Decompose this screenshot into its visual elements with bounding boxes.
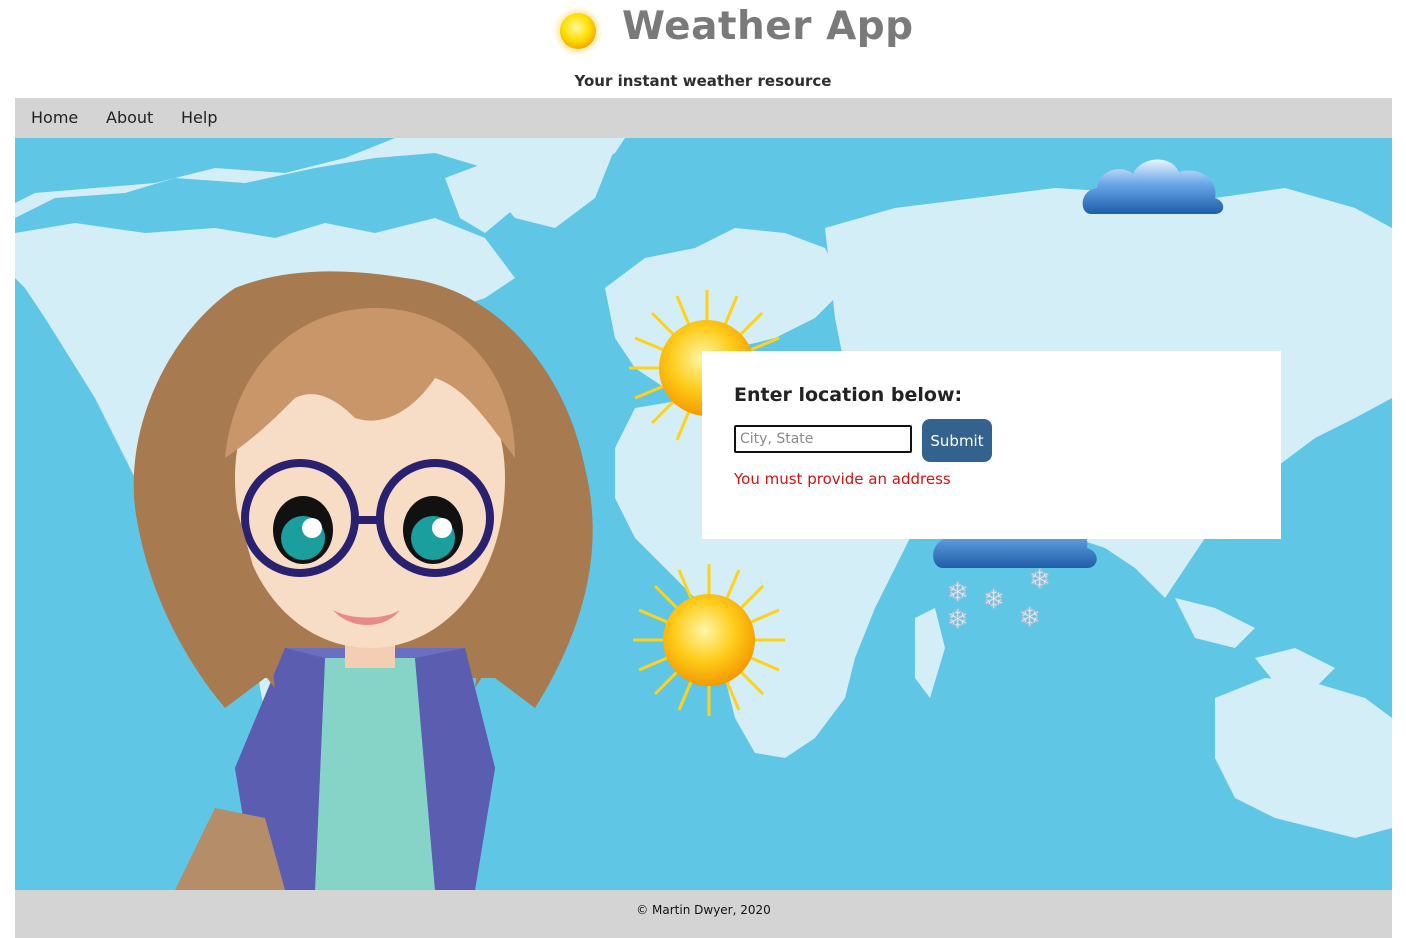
page-footer: © Martin Dwyer, 2020 bbox=[15, 890, 1392, 938]
location-form-card: Enter location below: Submit You must pr… bbox=[702, 351, 1281, 539]
nav-help-link[interactable]: Help bbox=[181, 108, 217, 127]
hero-area: ❄ ❄ ❄ ❄ ❄ Enter location below: City, St… bbox=[15, 138, 1392, 890]
nav-bar: Home About Help bbox=[15, 98, 1392, 138]
error-message: You must provide an address bbox=[734, 470, 951, 488]
cloud-icon bbox=[1082, 159, 1224, 214]
svg-text:❄: ❄ bbox=[947, 578, 969, 608]
nav-about-link[interactable]: About bbox=[106, 108, 153, 127]
form-heading: Enter location below: bbox=[734, 384, 963, 406]
nav-home-link[interactable]: Home bbox=[31, 108, 78, 127]
svg-text:❄: ❄ bbox=[947, 605, 969, 635]
svg-text:❄: ❄ bbox=[1019, 603, 1041, 633]
tagline: Your instant weather resource bbox=[574, 72, 832, 90]
location-input[interactable] bbox=[734, 425, 912, 453]
app-title: Weather App bbox=[622, 4, 914, 49]
cartoon-girl bbox=[133, 271, 593, 890]
svg-text:❄: ❄ bbox=[983, 585, 1005, 615]
page-header: Weather App Your instant weather resourc… bbox=[0, 0, 1406, 98]
copyright-text: © Martin Dwyer, 2020 bbox=[636, 903, 771, 917]
submit-button[interactable]: Submit bbox=[922, 419, 992, 462]
sun-icon bbox=[633, 564, 785, 716]
svg-text:❄: ❄ bbox=[1029, 565, 1051, 595]
sun-icon bbox=[553, 6, 603, 56]
